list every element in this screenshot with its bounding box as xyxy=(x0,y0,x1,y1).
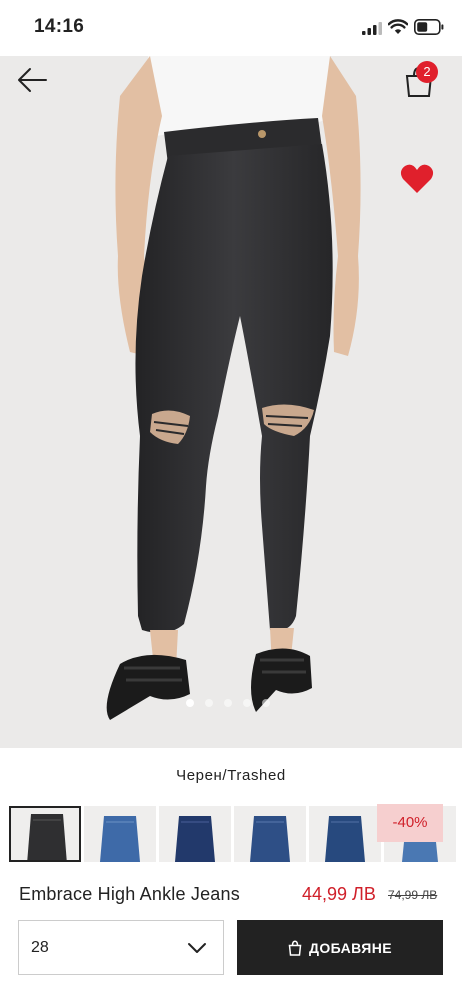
price-old: 74,99 ЛВ xyxy=(388,888,438,902)
size-value: 28 xyxy=(31,939,49,956)
model-photo xyxy=(0,56,462,748)
carousel-dots xyxy=(186,699,270,709)
add-to-bag-label: ДОБАВЯНЕ xyxy=(309,939,392,956)
carousel-dot[interactable] xyxy=(262,699,270,707)
chevron-down-icon xyxy=(188,943,206,953)
swatch-thumbnail xyxy=(175,816,215,862)
status-bar: 14:16 xyxy=(0,0,462,56)
carousel-dot[interactable] xyxy=(205,699,213,707)
discount-badge: -40% xyxy=(377,804,443,842)
carousel-dot[interactable] xyxy=(243,699,251,707)
product-page: 14:16 2 Черен/Trashed -40% Embrace High … xyxy=(0,0,462,1000)
carousel-dot[interactable] xyxy=(186,699,194,707)
size-select[interactable]: 28 xyxy=(18,920,224,975)
color-swatch[interactable] xyxy=(159,806,231,862)
wifi-icon xyxy=(388,19,408,34)
swatch-thumbnail xyxy=(250,816,290,862)
product-name: Embrace High Ankle Jeans xyxy=(19,884,240,904)
color-swatch[interactable] xyxy=(234,806,306,862)
back-arrow-icon[interactable] xyxy=(14,64,50,96)
product-image[interactable] xyxy=(0,56,462,748)
swatch-thumbnail xyxy=(27,814,67,860)
carousel-dot[interactable] xyxy=(224,699,232,707)
swatch-thumbnail xyxy=(325,816,365,862)
color-swatch[interactable] xyxy=(84,806,156,862)
signal-icon xyxy=(362,22,382,35)
bag-small-icon xyxy=(288,939,302,956)
color-swatch[interactable] xyxy=(309,806,381,862)
heart-icon[interactable] xyxy=(400,163,434,195)
status-time: 14:16 xyxy=(34,16,85,37)
color-name: Черен/Trashed xyxy=(176,767,286,784)
color-swatch[interactable] xyxy=(9,806,81,862)
add-to-bag-button[interactable]: ДОБАВЯНЕ xyxy=(237,920,443,975)
cart-count-badge: 2 xyxy=(416,61,438,83)
price-current: 44,99 ЛВ xyxy=(302,884,376,904)
battery-icon xyxy=(414,19,444,35)
swatch-thumbnail xyxy=(100,816,140,862)
